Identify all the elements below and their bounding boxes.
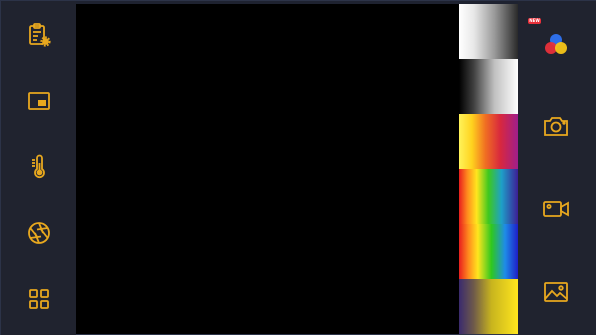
palette-iron[interactable] (459, 114, 518, 169)
left-toolbar (1, 1, 76, 335)
aperture-button[interactable] (23, 219, 55, 251)
color-palette-icon (542, 31, 570, 64)
grid-icon (26, 286, 52, 317)
palette-lava[interactable] (459, 279, 518, 334)
gallery-icon (542, 278, 570, 311)
gallery-button[interactable] (540, 278, 572, 310)
palette-white-hot[interactable] (459, 4, 518, 59)
camera-icon (542, 112, 570, 145)
temperature-button[interactable] (23, 153, 55, 185)
color-palette-button[interactable] (540, 31, 572, 63)
right-toolbar: NEW (518, 1, 596, 335)
camera-viewport[interactable] (76, 4, 459, 334)
capture-photo-button[interactable] (540, 112, 572, 144)
palette-rainbow[interactable] (459, 169, 518, 224)
menu-grid-button[interactable] (23, 285, 55, 317)
clipboard-settings-icon (26, 22, 52, 53)
picture-in-picture-icon (26, 88, 52, 119)
palette-selector (459, 4, 518, 334)
palette-rainbow-hc[interactable] (459, 224, 518, 279)
thermometer-icon (26, 154, 52, 185)
thermal-camera-app: NEW (0, 0, 596, 335)
new-badge: NEW (528, 18, 541, 24)
aperture-icon (26, 220, 52, 251)
settings-button[interactable] (23, 21, 55, 53)
record-video-button[interactable] (540, 195, 572, 227)
video-camera-icon (542, 195, 570, 228)
palette-black-hot[interactable] (459, 59, 518, 114)
picture-in-picture-button[interactable] (23, 87, 55, 119)
